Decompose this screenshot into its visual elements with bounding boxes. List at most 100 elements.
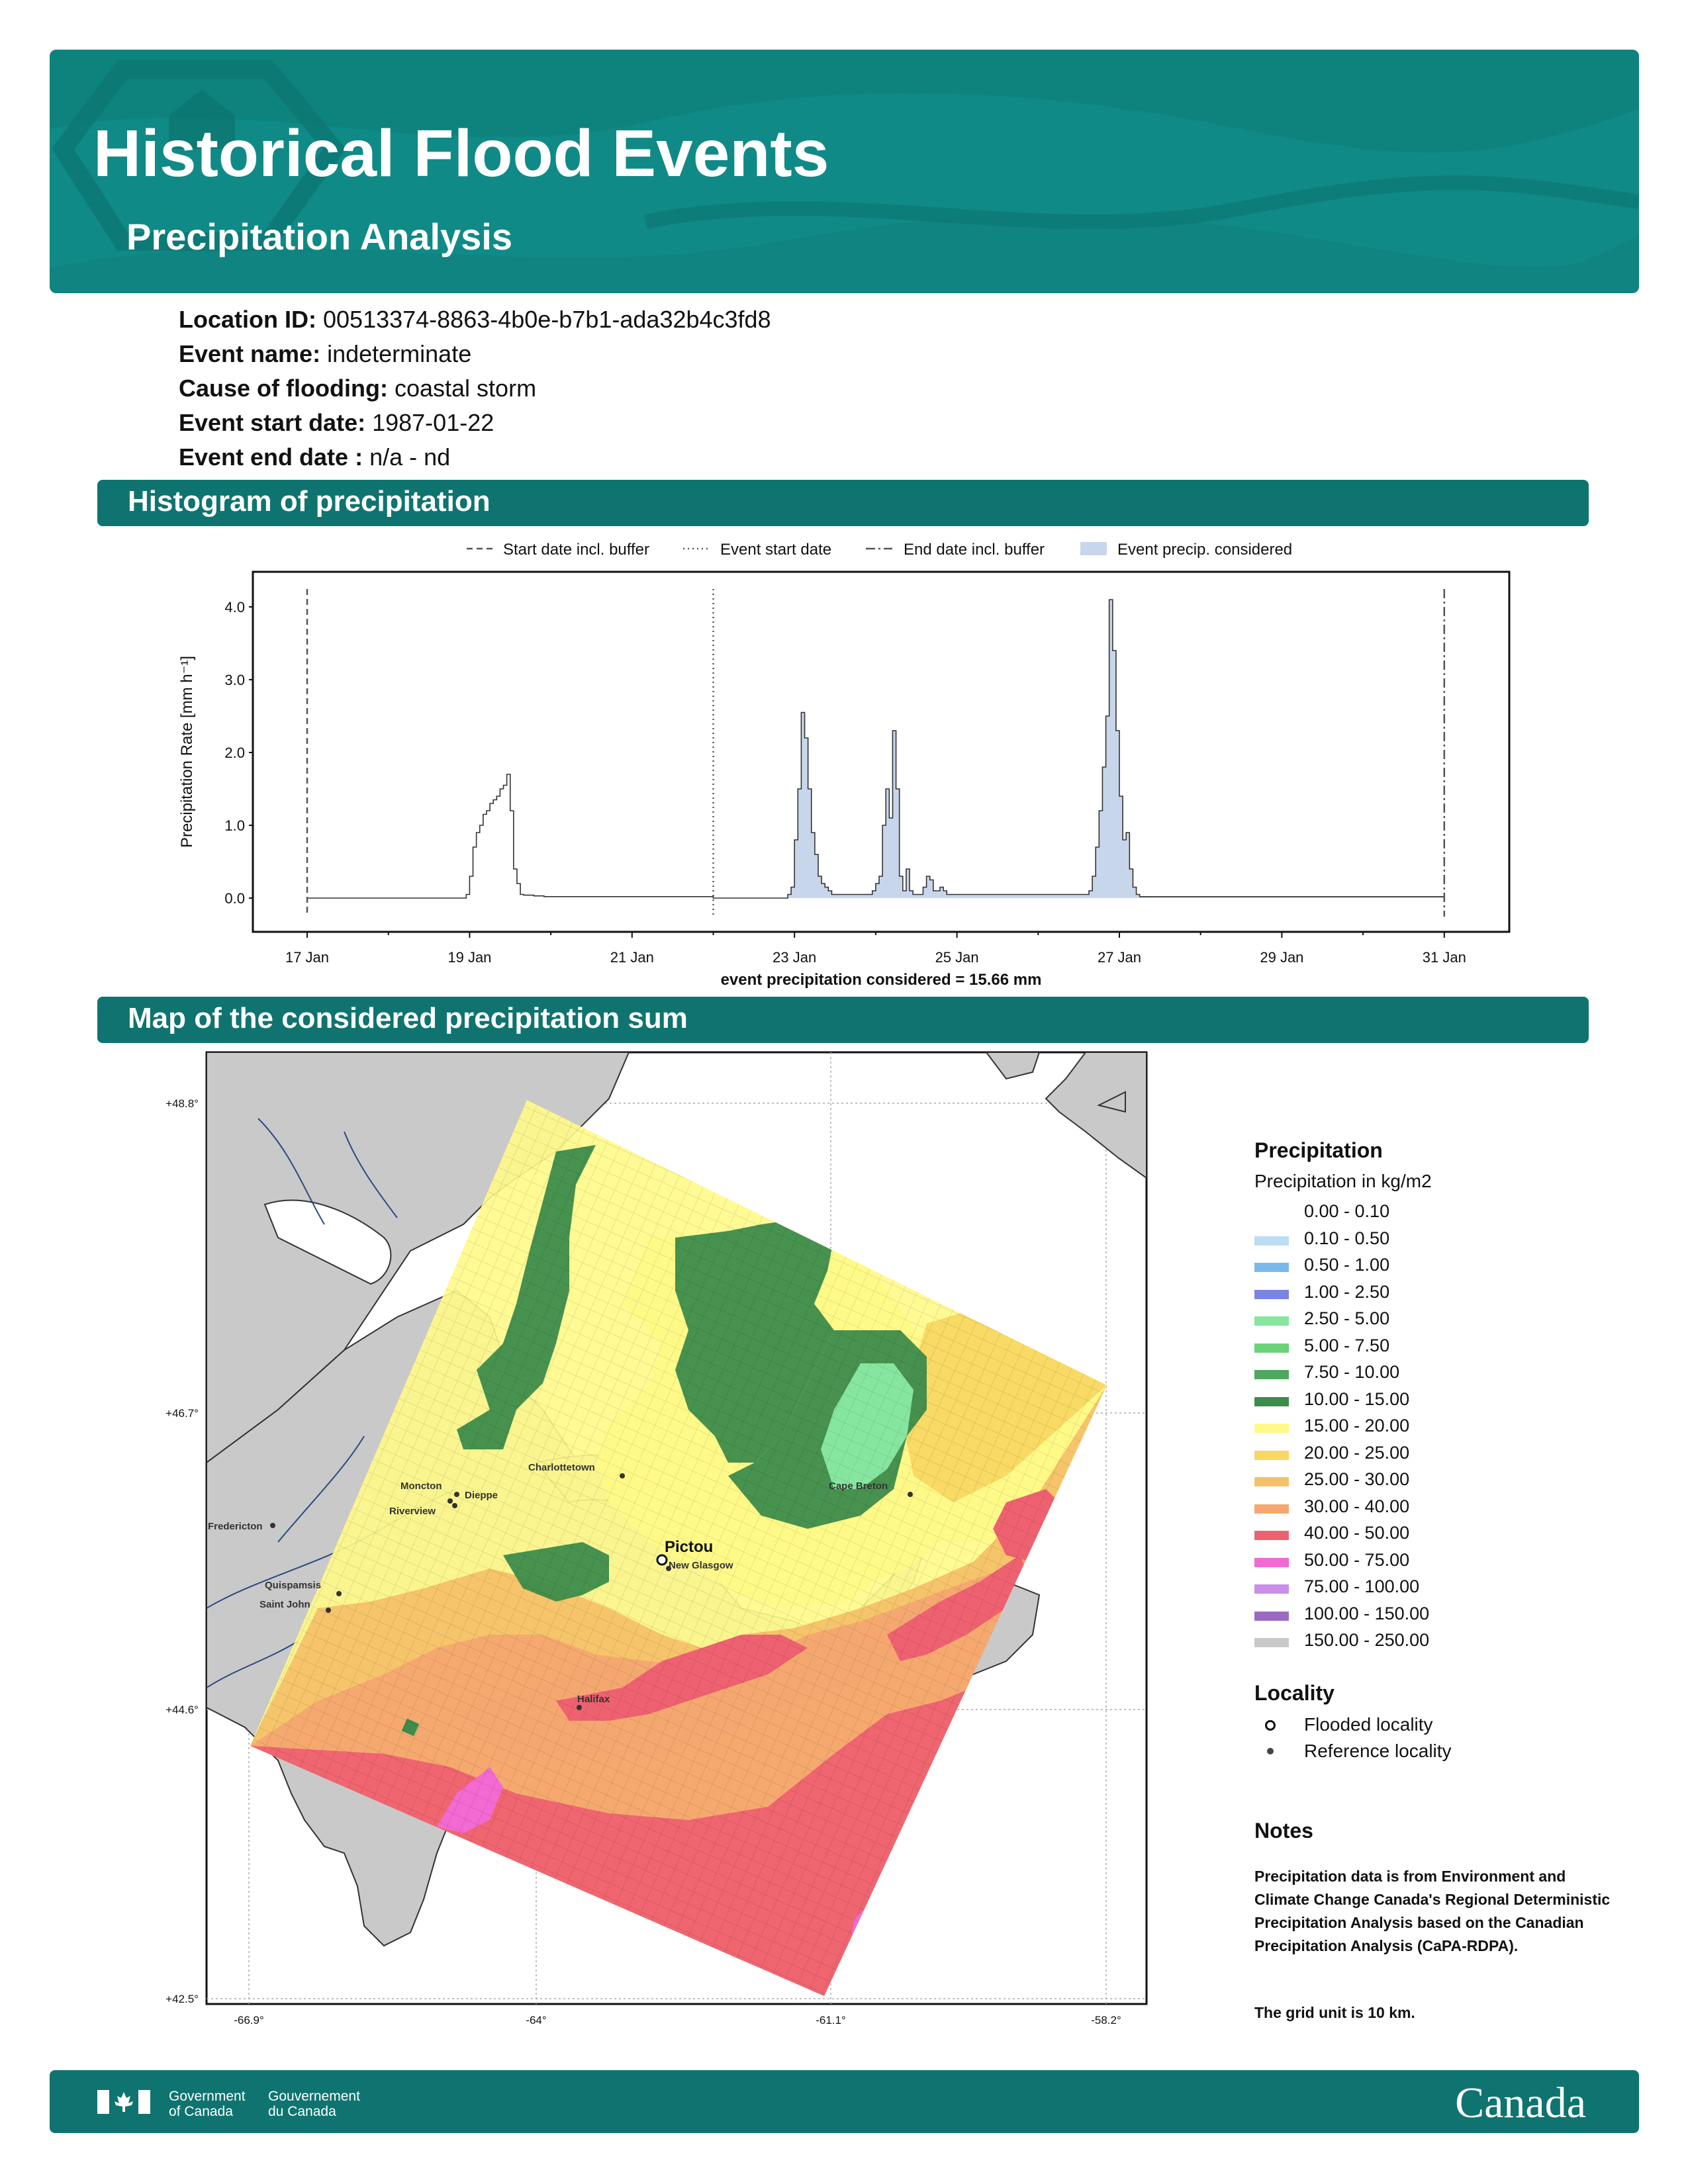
legend-class-label: 25.00 - 30.00 bbox=[1304, 1469, 1410, 1489]
notes-title: Notes bbox=[1254, 1819, 1313, 1843]
notes-grid-unit: The grid unit is 10 km. bbox=[1254, 2004, 1415, 2021]
legend-swatch bbox=[1254, 1531, 1289, 1540]
place-dieppe: Dieppe bbox=[465, 1490, 498, 1501]
y-tick-label: 0.0 bbox=[224, 890, 245, 907]
place-riverview: Riverview bbox=[389, 1506, 436, 1517]
legend-class-label: 0.10 - 0.50 bbox=[1304, 1228, 1390, 1248]
canada-wordmark: Canada bbox=[1455, 2079, 1586, 2127]
legend-swatch bbox=[1254, 1263, 1289, 1272]
legend-swatch bbox=[1254, 1584, 1289, 1594]
y-axis-label: Precipitation Rate [mm h⁻¹] bbox=[178, 656, 196, 848]
legend-swatch bbox=[1254, 1557, 1289, 1567]
x-tick-label: 23 Jan bbox=[773, 949, 816, 966]
page-title: Historical Flood Events bbox=[93, 116, 829, 191]
event-name-label: Event name: bbox=[179, 340, 321, 367]
legend-swatch bbox=[1254, 1504, 1289, 1514]
event-name-value: indeterminate bbox=[327, 340, 472, 367]
page-footer: Government of Canada Gouvernement du Can… bbox=[50, 2070, 1639, 2133]
end-date-row: Event end date : n/a - nd bbox=[179, 443, 450, 471]
legend-class-row: 30.00 - 40.00 bbox=[1254, 1496, 1625, 1524]
start-date-row: Event start date: 1987-01-22 bbox=[179, 409, 494, 437]
legend-class-row: 75.00 - 100.00 bbox=[1254, 1576, 1625, 1604]
lat-tick: +48.8° bbox=[165, 1097, 199, 1110]
locality-title: Locality bbox=[1254, 1681, 1335, 1705]
legend-class-row: 0.10 - 0.50 bbox=[1254, 1228, 1625, 1255]
legend-class-label: 30.00 - 40.00 bbox=[1304, 1496, 1410, 1516]
legend-class-row: 5.00 - 7.50 bbox=[1254, 1336, 1625, 1363]
legend-class-row: 0.50 - 1.00 bbox=[1254, 1255, 1625, 1282]
cause-row: Cause of flooding: coastal storm bbox=[179, 375, 536, 402]
map-section-title: Map of the considered precipitation sum bbox=[128, 1002, 688, 1034]
reference-locality-label: Reference locality bbox=[1304, 1741, 1452, 1761]
x-tick-label: 31 Jan bbox=[1423, 949, 1466, 966]
legend-class-row: 20.00 - 25.00 bbox=[1254, 1443, 1625, 1470]
y-tick-label: 1.0 bbox=[224, 817, 245, 834]
end-date-label: Event end date : bbox=[179, 443, 363, 471]
x-tick-label: 21 Jan bbox=[610, 949, 654, 966]
lon-tick: -61.1° bbox=[816, 2014, 846, 2026]
map-section-banner: Map of the considered precipitation sum bbox=[97, 997, 1589, 1043]
histogram-section-banner: Histogram of precipitation bbox=[97, 480, 1589, 526]
government-of-canada-en: Government of Canada bbox=[169, 2089, 246, 2119]
legend-swatch bbox=[1254, 1289, 1289, 1299]
flooded-locality-label: Flooded locality bbox=[1304, 1714, 1433, 1735]
canada-flag-icon bbox=[97, 2090, 150, 2114]
legend-swatch bbox=[1254, 1343, 1289, 1353]
legend-class-row: 7.50 - 10.00 bbox=[1254, 1362, 1625, 1389]
y-ticks: 0.0 1.0 2.0 3.0 4.0 bbox=[224, 599, 253, 907]
flooded-locality-icon bbox=[1265, 1720, 1276, 1731]
legend-swatch bbox=[1254, 1209, 1289, 1218]
legend-class-label: 0.00 - 0.10 bbox=[1304, 1201, 1390, 1221]
legend-class-label: 50.00 - 75.00 bbox=[1304, 1549, 1410, 1570]
legend-class-label: 15.00 - 20.00 bbox=[1304, 1416, 1410, 1435]
location-id-row: Location ID: 00513374-8863-4b0e-b7b1-ada… bbox=[179, 306, 771, 334]
legend-class-label: 0.50 - 1.00 bbox=[1304, 1255, 1390, 1275]
legend-class-row: 0.00 - 0.10 bbox=[1254, 1201, 1625, 1228]
legend-swatch bbox=[1254, 1424, 1289, 1433]
place-pictou: Pictou bbox=[665, 1538, 713, 1556]
legend-title: Precipitation bbox=[1254, 1138, 1383, 1162]
legend-event-start-label: Event start date bbox=[720, 541, 831, 559]
legend-considered-label: Event precip. considered bbox=[1117, 541, 1292, 559]
legend-class-row: 2.50 - 5.00 bbox=[1254, 1308, 1625, 1336]
legend-swatch bbox=[1254, 1450, 1289, 1460]
place-quispamsis: Quispamsis bbox=[265, 1580, 321, 1591]
legend-class-row: 100.00 - 150.00 bbox=[1254, 1604, 1625, 1631]
legend-classes: 0.00 - 0.10 0.10 - 0.50 0.50 - 1.00 1.00 - … bbox=[1254, 1201, 1625, 1657]
legend-class-label: 5.00 - 7.50 bbox=[1304, 1335, 1390, 1355]
place-cape-breton: Cape Breton bbox=[829, 1480, 888, 1492]
legend-class-label: 2.50 - 5.00 bbox=[1304, 1308, 1390, 1328]
cause-label: Cause of flooding: bbox=[179, 375, 388, 402]
place-saint-john: Saint John bbox=[259, 1599, 310, 1610]
gov-fr-line2: du Canada bbox=[268, 2104, 336, 2119]
lat-tick: +42.5° bbox=[165, 1993, 199, 2005]
y-tick-label: 2.0 bbox=[224, 745, 245, 761]
legend-class-label: 100.00 - 150.00 bbox=[1304, 1603, 1430, 1623]
place-halifax: Halifax bbox=[577, 1694, 610, 1705]
start-date-value: 1987-01-22 bbox=[372, 409, 494, 436]
legend-swatch bbox=[1254, 1396, 1289, 1406]
x-ticks: 17 Jan 19 Jan 21 Jan 23 Jan 25 Jan 27 Jan 29 J… bbox=[285, 932, 1466, 966]
gov-en-line2: of Canada bbox=[169, 2104, 233, 2119]
x-tick-label: 19 Jan bbox=[447, 949, 491, 966]
start-date-label: Event start date: bbox=[179, 409, 366, 436]
place-new-glasgow: New Glasgow bbox=[669, 1560, 733, 1571]
x-tick-label: 27 Jan bbox=[1098, 949, 1141, 966]
x-tick-label: 17 Jan bbox=[285, 949, 329, 966]
precipitation-map: Moncton Dieppe Riverview Charlottetown C… bbox=[165, 1051, 1148, 2026]
lon-tick: -58.2° bbox=[1091, 2014, 1121, 2026]
legend-class-row: 1.00 - 2.50 bbox=[1254, 1282, 1625, 1309]
histogram-section-title: Histogram of precipitation bbox=[128, 485, 491, 518]
x-tick-label: 29 Jan bbox=[1260, 949, 1303, 966]
place-fredericton: Fredericton bbox=[208, 1521, 263, 1532]
legend-class-label: 10.00 - 15.00 bbox=[1304, 1388, 1410, 1409]
legend-swatch bbox=[1254, 1611, 1289, 1621]
precipitation-histogram: Start date incl. buffer Event start date… bbox=[178, 541, 1511, 989]
location-id-label: Location ID: bbox=[179, 306, 316, 333]
place-moncton: Moncton bbox=[400, 1480, 442, 1492]
page-header: Historical Flood Events Precipitation An… bbox=[50, 50, 1639, 293]
cause-value: coastal storm bbox=[394, 375, 537, 402]
notes-text: Precipitation data is from Environment a… bbox=[1254, 1868, 1611, 1954]
legend-class-label: 150.00 - 250.00 bbox=[1304, 1630, 1430, 1650]
legend-class-row: 40.00 - 50.00 bbox=[1254, 1523, 1625, 1550]
